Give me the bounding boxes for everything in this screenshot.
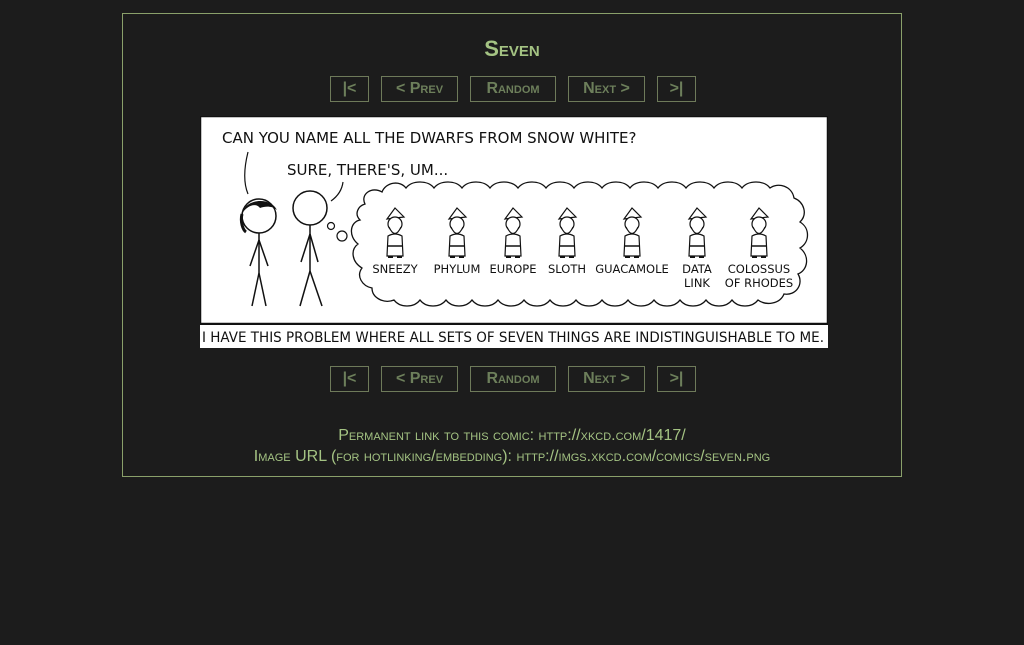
comic-caption-bar: I HAVE THIS PROBLEM WHERE ALL SETS OF SE…	[200, 324, 828, 348]
speech-question: CAN YOU NAME ALL THE DWARFS FROM SNOW WH…	[222, 129, 636, 147]
permalink-line: Permanent link to this comic: http://xkc…	[123, 426, 901, 446]
next-button[interactable]: Next >	[568, 76, 645, 102]
dwarf-label: SLOTH	[548, 262, 586, 276]
last-button[interactable]: >|	[657, 366, 696, 392]
first-button[interactable]: |<	[330, 366, 369, 392]
prev-button[interactable]: < Prev	[381, 366, 458, 392]
image-url-line: Image URL (for hotlinking/embedding): ht…	[123, 447, 901, 467]
random-button[interactable]: Random	[470, 366, 556, 392]
next-button[interactable]: Next >	[568, 366, 645, 392]
speech-answer: SURE, THERE'S, UM...	[287, 161, 448, 179]
prev-button[interactable]: < Prev	[381, 76, 458, 102]
dwarf-label: COLOSSUS	[728, 262, 790, 276]
comic-container: Seven |< < Prev Random Next > >| CAN YOU…	[122, 13, 902, 477]
comic-drawing: CAN YOU NAME ALL THE DWARFS FROM SNOW WH…	[200, 116, 828, 325]
image-url-label: Image URL (for hotlinking/embedding):	[253, 448, 517, 465]
dwarf-label-line2: LINK	[684, 276, 710, 290]
comic-image: CAN YOU NAME ALL THE DWARFS FROM SNOW WH…	[200, 116, 828, 348]
first-button[interactable]: |<	[330, 76, 369, 102]
dwarf-label-line2: OF RHODES	[725, 276, 793, 290]
comic-title: Seven	[484, 36, 540, 61]
page: Seven |< < Prev Random Next > >| CAN YOU…	[0, 0, 1024, 645]
random-button[interactable]: Random	[470, 76, 556, 102]
comic-caption: I HAVE THIS PROBLEM WHERE ALL SETS OF SE…	[202, 330, 824, 346]
dwarf-label: PHYLUM	[434, 262, 481, 276]
caption-text: I HAVE THIS PROBLEM WHERE ALL SETS OF SE…	[202, 330, 824, 346]
dwarf-label: SNEEZY	[372, 262, 418, 276]
last-button[interactable]: >|	[657, 76, 696, 102]
dwarf-label: GUACAMOLE	[595, 262, 669, 276]
nav-bottom: |< < Prev Random Next > >|	[123, 366, 901, 392]
permalink-label: Permanent link to this comic:	[338, 427, 539, 444]
image-url[interactable]: http://imgs.xkcd.com/comics/seven.png	[516, 448, 770, 465]
dwarf-label: EUROPE	[490, 262, 537, 276]
permalink-url[interactable]: http://xkcd.com/1417/	[539, 427, 686, 444]
dwarf-label: DATA	[682, 262, 712, 276]
nav-top: |< < Prev Random Next > >|	[123, 76, 901, 102]
